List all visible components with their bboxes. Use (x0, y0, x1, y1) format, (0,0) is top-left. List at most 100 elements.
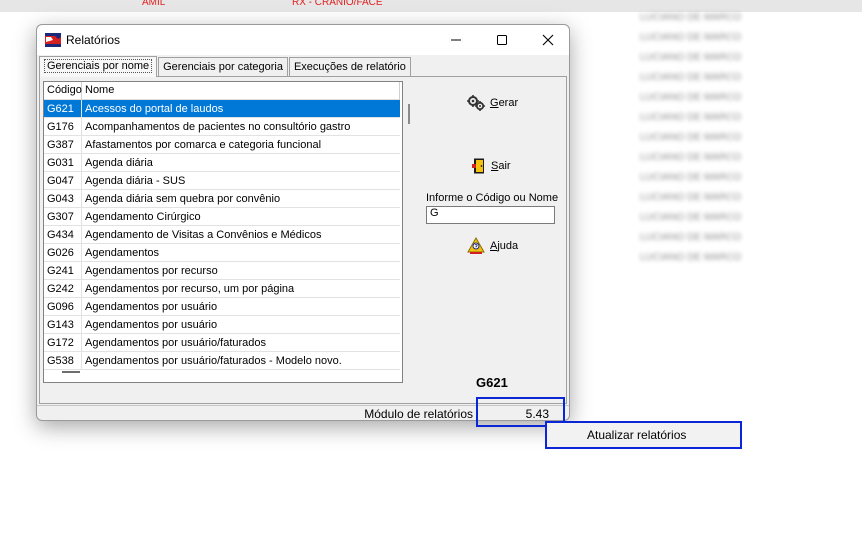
tab-label: Gerenciais por categoria (163, 61, 283, 73)
exit-door-icon (472, 158, 484, 174)
row-name: Agenda diária - SUS (85, 175, 186, 187)
table-row[interactable]: G242 Agendamentos por recurso, um por pág… (44, 280, 400, 298)
background-name-list: LUCIANO DE MARCO LUCIANO DE MARCO LUCIAN… (640, 8, 750, 268)
table-row[interactable]: G172 Agendamentos por usuário/faturados (44, 334, 400, 352)
table-row[interactable]: G621 Acessos do portal de laudos (44, 100, 400, 118)
background-name: LUCIANO DE MARCO (640, 72, 742, 83)
row-code: G387 (44, 136, 82, 153)
table-row[interactable]: G047 Agenda diária - SUS (44, 172, 400, 190)
background-name: LUCIANO DE MARCO (640, 232, 742, 243)
maximize-icon (497, 35, 507, 45)
table-row[interactable]: G434 Agendamento de Visitas a Convênios e… (44, 226, 400, 244)
row-code: G096 (44, 298, 82, 315)
list-rows: G621 Acessos do portal de laudos G176 Acom… (44, 100, 400, 370)
title-bar[interactable]: Relatórios (37, 25, 569, 55)
exit-label: Sair (491, 160, 511, 172)
row-name: Agendamentos por usuário (85, 319, 218, 331)
table-row[interactable]: G387 Afastamentos por comarca e categoria… (44, 136, 400, 154)
row-code: G031 (44, 154, 82, 171)
minimize-button[interactable] (433, 25, 479, 55)
context-menu: Atualizar relatórios (545, 421, 742, 449)
row-code: G176 (44, 118, 82, 135)
selected-report-code: G621 (476, 375, 508, 390)
background-name: LUCIANO DE MARCO (640, 52, 742, 63)
horizontal-scrollbar-thumb[interactable] (62, 371, 80, 373)
close-icon (542, 34, 554, 46)
tab-label: Execuções de relatório (293, 61, 406, 73)
status-module-label: Módulo de relatórios (364, 407, 473, 421)
background-name: LUCIANO DE MARCO (640, 112, 742, 123)
row-code: G143 (44, 316, 82, 333)
background-name: LUCIANO DE MARCO (640, 212, 742, 223)
column-header-code[interactable]: Código (44, 82, 82, 100)
search-input[interactable]: G (426, 206, 555, 224)
row-code: G172 (44, 334, 82, 351)
help-button[interactable]: Ajuda (467, 235, 518, 257)
row-name: Agendamento Cirúrgico (85, 211, 201, 223)
help-icon (467, 237, 485, 254)
background-name: LUCIANO DE MARCO (640, 172, 742, 183)
row-name: Agendamentos por usuário/faturados (85, 337, 267, 349)
row-name: Afastamentos por comarca e categoria fun… (85, 139, 322, 151)
row-name: Agendamentos por recurso, um por página (85, 283, 295, 295)
reports-window: Relatórios Gerenciais por nome Gerenciai… (36, 24, 570, 421)
tab-label: Gerenciais por nome (44, 59, 153, 73)
tab-strip: Gerenciais por nome Gerenciais por categ… (39, 56, 412, 77)
background-name: LUCIANO DE MARCO (640, 12, 742, 23)
column-header-name[interactable]: Nome (82, 82, 400, 100)
table-row[interactable]: G143 Agendamentos por usuário (44, 316, 400, 334)
close-button[interactable] (525, 25, 571, 55)
table-row[interactable]: G176 Acompanhamentos de pacientes no cons… (44, 118, 400, 136)
window-title: Relatórios (66, 33, 121, 47)
row-code: G026 (44, 244, 82, 261)
row-name: Agendamentos por recurso (85, 265, 218, 277)
table-row[interactable]: G043 Agenda diária sem quebra por convêni… (44, 190, 400, 208)
row-code: G047 (44, 172, 82, 189)
row-code: G307 (44, 208, 82, 225)
background-name: LUCIANO DE MARCO (640, 192, 742, 203)
gears-icon (467, 95, 485, 111)
background-name: LUCIANO DE MARCO (640, 32, 742, 43)
row-code: G242 (44, 280, 82, 297)
help-label: Ajuda (490, 240, 519, 252)
table-row[interactable]: G307 Agendamento Cirúrgico (44, 208, 400, 226)
background-name: LUCIANO DE MARCO (640, 132, 742, 143)
row-name: Acompanhamentos de pacientes no consultó… (85, 121, 351, 133)
row-code: G241 (44, 262, 82, 279)
list-header: Código Nome (44, 82, 400, 100)
table-row[interactable]: G031 Agenda diária (44, 154, 400, 172)
table-row[interactable]: G096 Agendamentos por usuário (44, 298, 400, 316)
row-code: G621 (44, 100, 82, 117)
row-code: G434 (44, 226, 82, 243)
tab-report-executions[interactable]: Execuções de relatório (288, 57, 411, 76)
row-code: G538 (44, 352, 82, 369)
table-row[interactable]: G026 Agendamentos (44, 244, 400, 262)
exit-button[interactable]: Sair (472, 155, 511, 177)
search-label: Informe o Código ou Nome (426, 192, 559, 204)
tab-reports-by-name[interactable]: Gerenciais por nome (39, 56, 158, 77)
generate-label: Gerar (490, 97, 519, 109)
row-name: Agendamentos (85, 247, 159, 259)
background-insurer-text: AMIL (142, 0, 166, 8)
background-name: LUCIANO DE MARCO (640, 152, 742, 163)
row-name: Agendamento de Visitas a Convênios e Méd… (85, 229, 322, 241)
generate-button[interactable]: Gerar (467, 92, 518, 114)
tab-reports-by-category[interactable]: Gerenciais por categoria (158, 57, 288, 76)
row-name: Agenda diária (85, 157, 153, 169)
background-name: LUCIANO DE MARCO (640, 252, 742, 263)
tab-panel: Código Nome G621 Acessos do portal de lau… (39, 76, 567, 404)
app-flag-icon (45, 33, 61, 47)
row-name: Acessos do portal de laudos (85, 103, 224, 115)
row-name: Agenda diária sem quebra por convênio (85, 193, 281, 205)
minimize-icon (451, 39, 461, 41)
maximize-button[interactable] (479, 25, 525, 55)
table-row[interactable]: G241 Agendamentos por recurso (44, 262, 400, 280)
row-name: Agendamentos por usuário (85, 301, 218, 313)
row-code: G043 (44, 190, 82, 207)
actions-panel: Gerar Sair Informe o Código ou Nome G Aj… (410, 77, 565, 397)
reports-list[interactable]: Código Nome G621 Acessos do portal de lau… (43, 81, 410, 383)
background-name: LUCIANO DE MARCO (640, 92, 742, 103)
menu-item-update-reports[interactable]: Atualizar relatórios (587, 428, 686, 442)
row-name: Agendamentos por usuário/faturados - Mod… (85, 355, 342, 367)
table-row[interactable]: G538 Agendamentos por usuário/faturados -… (44, 352, 400, 370)
